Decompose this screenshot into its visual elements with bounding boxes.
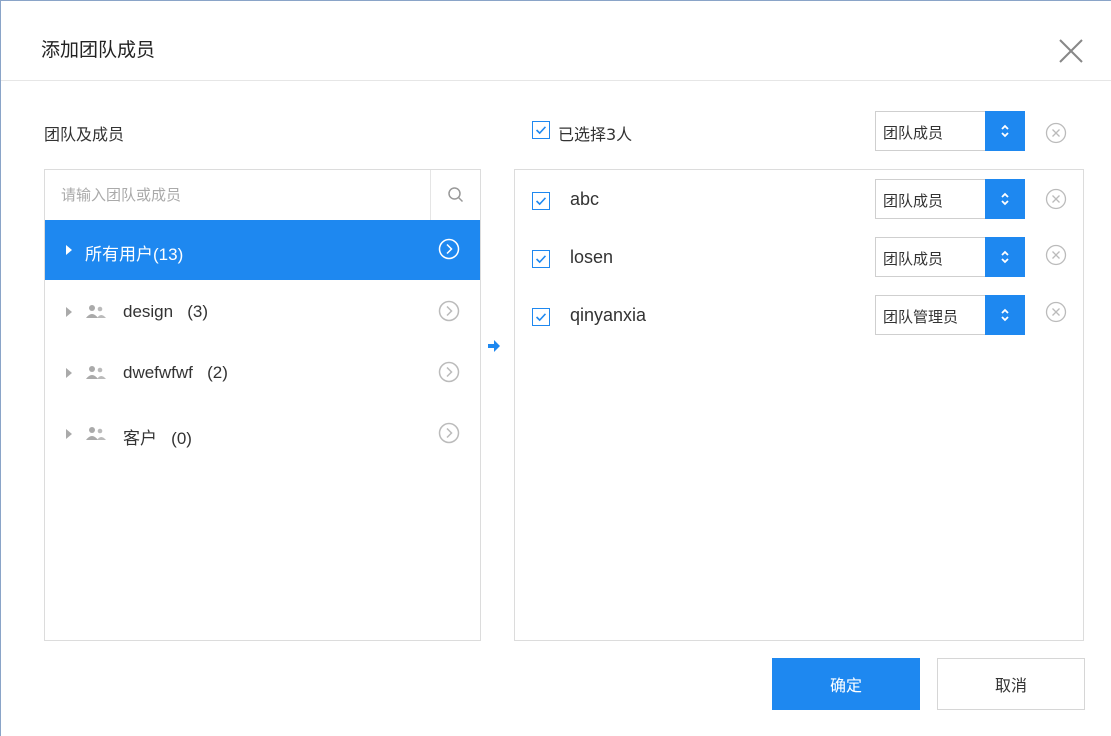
sort-arrows-icon xyxy=(1001,192,1009,206)
check-icon xyxy=(532,121,550,139)
role-value: 团队成员 xyxy=(883,192,944,210)
team-group-icon xyxy=(86,427,106,440)
add-team-member-dialog: 添加团队成员 团队及成员 所有用户(13) xyxy=(0,0,1111,736)
confirm-button[interactable]: 确定 xyxy=(772,658,920,710)
search-icon xyxy=(448,187,464,203)
remove-member-icon[interactable] xyxy=(1045,188,1067,210)
tree-item-dwefwfwf[interactable]: dwefwfwf (2) xyxy=(45,343,480,403)
check-icon xyxy=(532,250,550,268)
role-spinner[interactable] xyxy=(985,111,1025,151)
tree-item-label: design (3) xyxy=(123,302,209,321)
caret-right-icon[interactable] xyxy=(65,244,73,256)
caret-right-icon[interactable] xyxy=(65,306,73,318)
role-spinner[interactable] xyxy=(985,295,1025,335)
bulk-role-select[interactable]: 团队成员 xyxy=(875,111,1025,151)
check-icon xyxy=(532,308,550,326)
search-input[interactable] xyxy=(45,170,430,220)
search-bar xyxy=(45,170,480,221)
role-value: 团队成员 xyxy=(883,124,944,142)
remove-member-icon[interactable] xyxy=(1045,301,1067,323)
caret-right-icon[interactable] xyxy=(65,367,73,379)
role-value: 团队管理员 xyxy=(883,308,959,326)
circle-chevron-right-icon[interactable] xyxy=(438,422,460,444)
dialog-title: 添加团队成员 xyxy=(41,39,156,61)
member-name: losen xyxy=(570,247,614,267)
member-name: abc xyxy=(570,189,600,209)
team-group-icon xyxy=(86,305,106,318)
team-group-icon xyxy=(86,366,106,379)
member-checkbox[interactable] xyxy=(532,192,550,210)
sort-arrows-icon xyxy=(1001,124,1009,138)
member-role-select[interactable]: 团队成员 xyxy=(875,237,1025,277)
role-spinner[interactable] xyxy=(985,237,1025,277)
tree-item-all-users[interactable]: 所有用户(13) xyxy=(45,220,480,280)
member-checkbox[interactable] xyxy=(532,308,550,326)
close-icon[interactable] xyxy=(1055,35,1087,67)
caret-right-icon[interactable] xyxy=(65,428,73,440)
teams-members-label: 团队及成员 xyxy=(44,125,125,144)
tree-item-design[interactable]: design (3) xyxy=(45,282,480,342)
team-tree-panel: 所有用户(13) design (3) dw xyxy=(44,169,481,641)
member-role-select[interactable]: 团队成员 xyxy=(875,179,1025,219)
sort-arrows-icon xyxy=(1001,308,1009,322)
select-all-checkbox[interactable] xyxy=(532,121,550,139)
search-button[interactable] xyxy=(430,170,481,220)
arrow-right-icon xyxy=(488,340,500,352)
member-role-select[interactable]: 团队管理员 xyxy=(875,295,1025,335)
check-icon xyxy=(532,192,550,210)
circle-chevron-right-icon[interactable] xyxy=(438,300,460,322)
tree-item-customers[interactable]: 客户 (0) xyxy=(45,404,480,464)
remove-member-icon[interactable] xyxy=(1045,244,1067,266)
dialog-header: 添加团队成员 xyxy=(1,1,1111,81)
circle-chevron-right-icon[interactable] xyxy=(438,361,460,383)
cancel-button[interactable]: 取消 xyxy=(937,658,1085,710)
member-name: qinyanxia xyxy=(570,305,647,325)
tree-item-label: dwefwfwf (2) xyxy=(123,363,228,382)
tree-item-label: 客户 (0) xyxy=(123,429,192,448)
member-checkbox[interactable] xyxy=(532,250,550,268)
role-value: 团队成员 xyxy=(883,250,944,268)
selected-count-label: 已选择3人 xyxy=(558,125,633,144)
sort-arrows-icon xyxy=(1001,250,1009,264)
clear-all-icon[interactable] xyxy=(1045,122,1067,144)
tree-item-label: 所有用户(13) xyxy=(85,245,184,264)
circle-chevron-right-icon[interactable] xyxy=(438,238,460,260)
role-spinner[interactable] xyxy=(985,179,1025,219)
